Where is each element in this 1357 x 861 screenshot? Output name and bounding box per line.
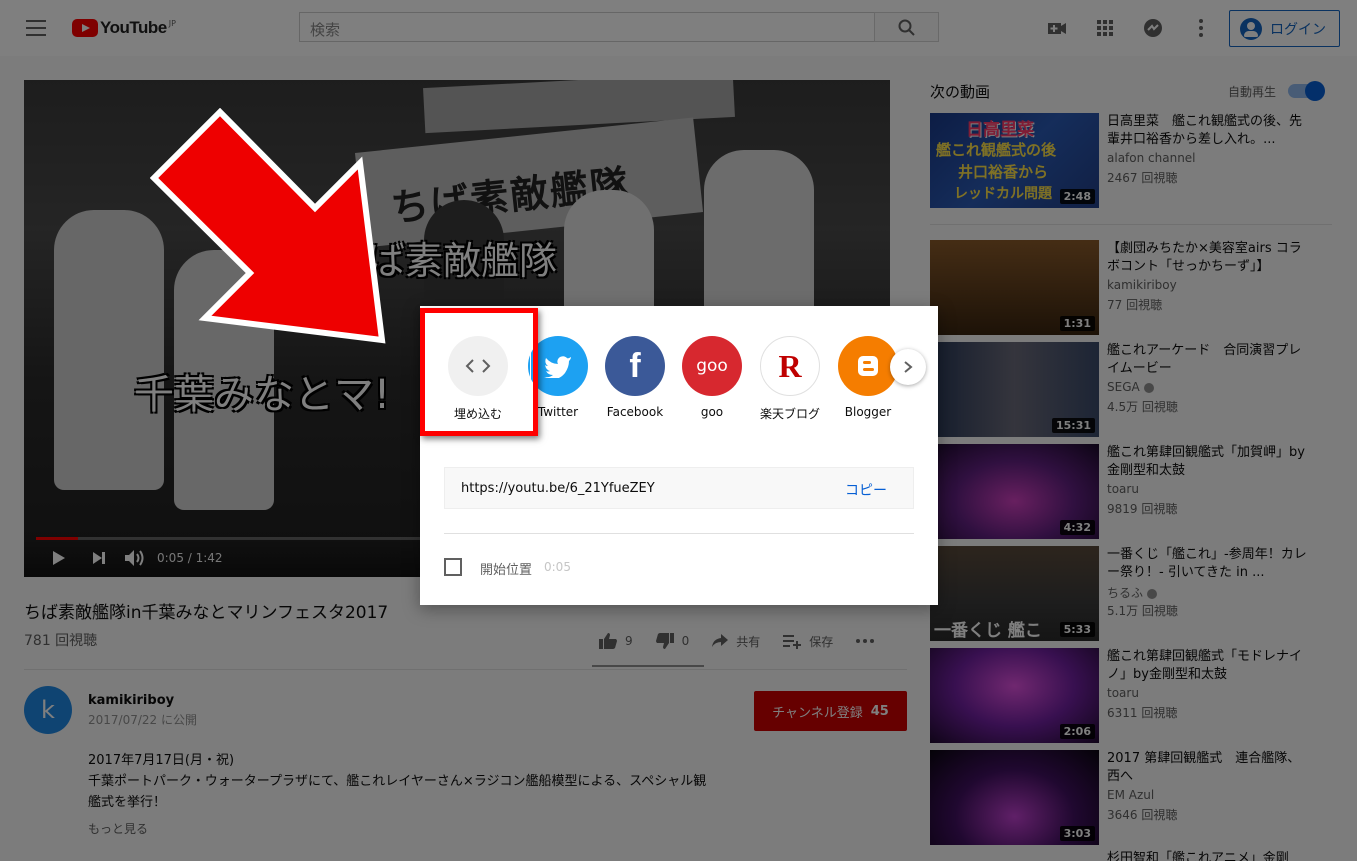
share-goo[interactable]: goo goo (676, 336, 748, 419)
copy-button[interactable]: コピー (845, 480, 887, 500)
start-at-checkbox[interactable] (444, 558, 462, 576)
facebook-icon: f (605, 336, 665, 396)
divider (444, 533, 914, 534)
embed-highlight-box (420, 308, 538, 436)
share-url-field[interactable]: https://youtu.be/6_21YfueZEY コピー (444, 467, 914, 509)
share-label: goo (700, 405, 724, 419)
share-dialog: 埋め込む Twitter f Facebook goo goo R 楽天ブログ … (420, 306, 938, 605)
goo-icon: goo (682, 336, 742, 396)
share-label: Blogger (844, 405, 892, 419)
blogger-icon (838, 336, 898, 396)
annotation-arrow-icon (150, 108, 386, 344)
share-label: Twitter (537, 405, 579, 419)
rakuten-icon: R (760, 336, 820, 396)
share-next-button[interactable] (890, 349, 926, 385)
share-facebook[interactable]: f Facebook (599, 336, 671, 419)
chevron-right-icon (904, 361, 913, 373)
share-url: https://youtu.be/6_21YfueZEY (461, 481, 655, 496)
start-at-time: 0:05 (544, 560, 571, 574)
share-label: 楽天ブログ (759, 407, 820, 421)
share-label: Facebook (606, 405, 664, 419)
share-rakuten[interactable]: R 楽天ブログ (754, 336, 826, 422)
start-at-label: 開始位置 (480, 563, 533, 578)
